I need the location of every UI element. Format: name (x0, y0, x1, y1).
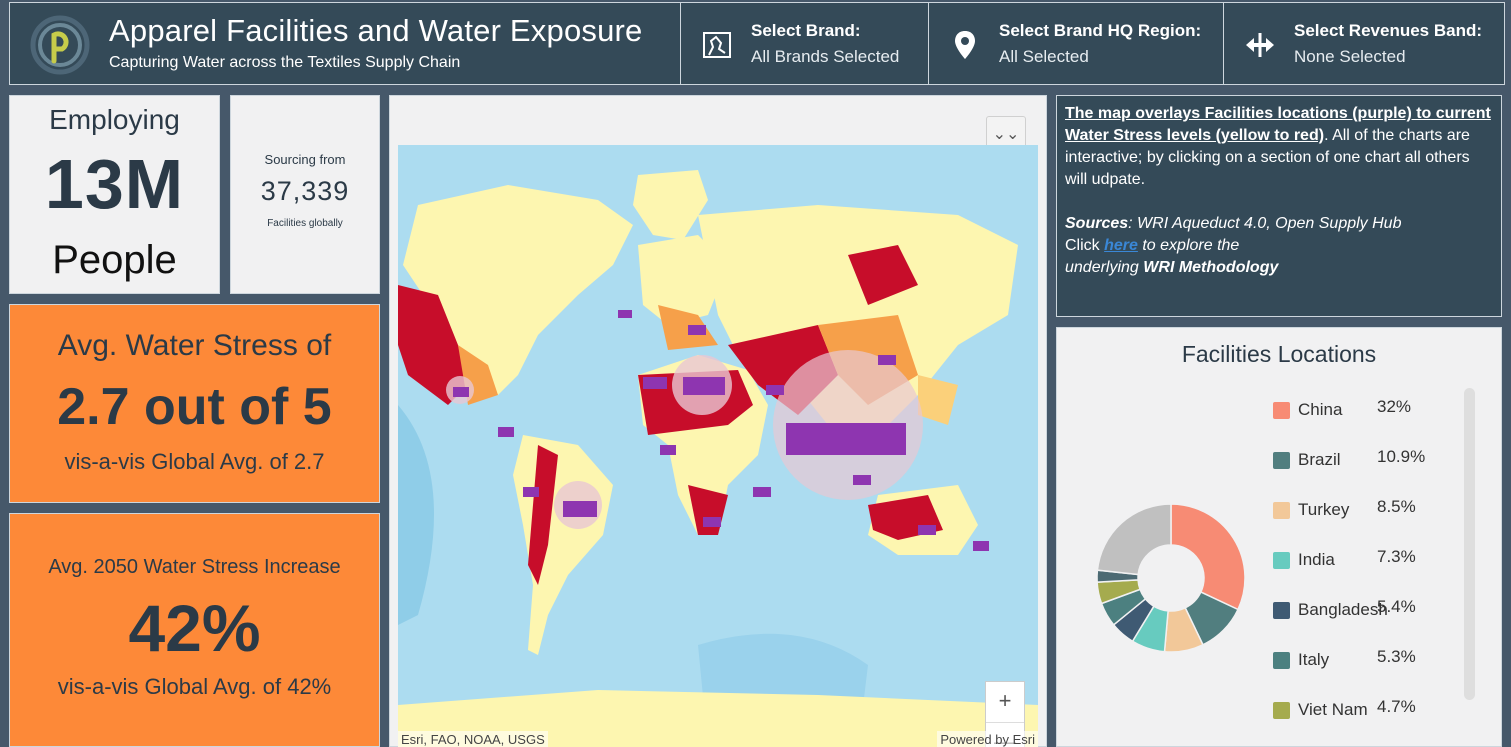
employing-tile: Employing 13M People (9, 95, 220, 294)
app-title: Apparel Facilities and Water Exposure (109, 13, 643, 48)
legend-swatch (1273, 602, 1290, 619)
map-canvas (398, 145, 1038, 747)
revenue-selector-value: None Selected (1294, 47, 1406, 66)
legend-value: 8.5% (1377, 497, 1416, 516)
employing-label: Employing (49, 104, 180, 135)
powered-by-esri[interactable]: Powered by Esri (937, 731, 1038, 747)
logo-icon (30, 15, 90, 75)
stress-increase-tile: Avg. 2050 Water Stress Increase 42% vis-… (9, 513, 380, 747)
explore-text: to explore the (1137, 237, 1240, 254)
legend-value: 5.3% (1377, 647, 1416, 666)
legend-label: Bangladesh (1298, 600, 1388, 619)
employing-unit: People (52, 238, 177, 282)
app-subtitle: Capturing Water across the Textiles Supp… (109, 54, 461, 71)
legend-item-italy[interactable]: Italy 5.3% (1271, 643, 1467, 693)
legend-swatch (1273, 452, 1290, 469)
sources-text: : WRI Aqueduct 4.0, Open Supply Hub (1128, 215, 1402, 232)
legend-item-bangladesh[interactable]: Bangladesh 5.4% (1271, 593, 1467, 643)
sourcing-tile: Sourcing from 37,339 Facilities globally (230, 95, 380, 294)
legend-item-brazil[interactable]: Brazil 10.9% (1271, 443, 1467, 493)
horizontal-arrows-icon (1246, 33, 1274, 57)
legend-label: China (1298, 400, 1343, 419)
legend-swatch (1273, 552, 1290, 569)
legend-label: Viet Nam (1298, 700, 1368, 719)
stress-increase-label: Avg. 2050 Water Stress Increase (48, 556, 341, 578)
zoom-in-button[interactable]: + (986, 682, 1024, 722)
world-map[interactable]: + — Esri, FAO, NOAA, USGS Powered by Esr… (398, 145, 1038, 747)
slice-other-b[interactable] (1096, 503, 1172, 576)
legend-swatch (1273, 402, 1290, 419)
legend-value: 10.9% (1377, 447, 1426, 466)
map-icon (703, 32, 731, 58)
region-selector-title: Select Brand HQ Region: (999, 21, 1202, 40)
chart-title: Facilities Locations (1181, 341, 1377, 367)
sourcing-note: Facilities globally (267, 218, 343, 229)
water-stress-tile: Avg. Water Stress of 2.7 out of 5 vis-a-… (9, 304, 380, 503)
legend-scrollbar[interactable] (1464, 388, 1475, 700)
donut-chart[interactable] (1071, 478, 1271, 678)
legend-value: 32% (1377, 397, 1412, 416)
sources-label: Sources (1065, 215, 1129, 232)
legend-label: India (1298, 550, 1335, 569)
methodology-link[interactable]: here (1104, 237, 1138, 254)
legend-label: Italy (1298, 650, 1330, 669)
employing-value: 13M (44, 145, 185, 223)
app-header: Apparel Facilities and Water Exposure Ca… (9, 2, 1505, 85)
region-selector[interactable]: Select Brand HQ Region: All Selected (928, 3, 1223, 84)
water-stress-value: 2.7 out of 5 (57, 378, 332, 436)
map-attribution: Esri, FAO, NOAA, USGS (398, 731, 548, 747)
region-selector-value: All Selected (999, 47, 1089, 66)
map-panel: ⌄⌄ + Esri, FAO, NOAA, USGS Powered by Es… (389, 95, 1047, 747)
brand-selector-title: Select Brand: (751, 21, 861, 40)
stress-increase-note: vis-a-vis Global Avg. of 42% (57, 674, 332, 699)
legend-value: 7.3% (1377, 547, 1416, 566)
location-pin-icon (955, 31, 975, 59)
legend-value: 4.7% (1377, 697, 1416, 716)
info-panel: The map overlays Facilities locations (p… (1056, 95, 1502, 317)
slice-china[interactable] (1170, 503, 1246, 611)
legend-item-india[interactable]: India 7.3% (1271, 543, 1467, 593)
revenue-selector[interactable]: Select Revenues Band: None Selected (1223, 3, 1504, 84)
brand-selector-value: All Brands Selected (751, 47, 900, 66)
legend-value: 5.4% (1377, 597, 1416, 616)
click-text: Click (1065, 237, 1105, 254)
legend-item-china[interactable]: China 32% (1271, 393, 1467, 443)
methodology-text: WRI Methodology (1143, 259, 1279, 276)
water-stress-label: Avg. Water Stress of (57, 329, 332, 362)
legend-label: Brazil (1298, 450, 1341, 469)
legend-swatch (1273, 502, 1290, 519)
legend-item-viet-nam[interactable]: Viet Nam 4.7% (1271, 693, 1467, 743)
brand-selector[interactable]: Select Brand: All Brands Selected (680, 3, 928, 84)
stress-increase-value: 42% (128, 591, 261, 665)
legend-swatch (1273, 652, 1290, 669)
legend-swatch (1273, 702, 1290, 719)
water-stress-note: vis-a-vis Global Avg. of 2.7 (64, 449, 325, 474)
sourcing-value: 37,339 (260, 176, 350, 206)
revenue-selector-title: Select Revenues Band: (1294, 21, 1483, 40)
chart-legend: China 32% Brazil 10.9% Turkey 8.5% India 7.3% Ba… (1271, 393, 1467, 743)
sourcing-label: Sourcing from (264, 152, 346, 167)
facilities-locations-chart: Facilities Locations China 32% Brazil 10.9%… (1056, 327, 1502, 747)
underlying-text: underlying (1065, 259, 1144, 276)
legend-item-turkey[interactable]: Turkey 8.5% (1271, 493, 1467, 543)
legend-label: Turkey (1298, 500, 1350, 519)
